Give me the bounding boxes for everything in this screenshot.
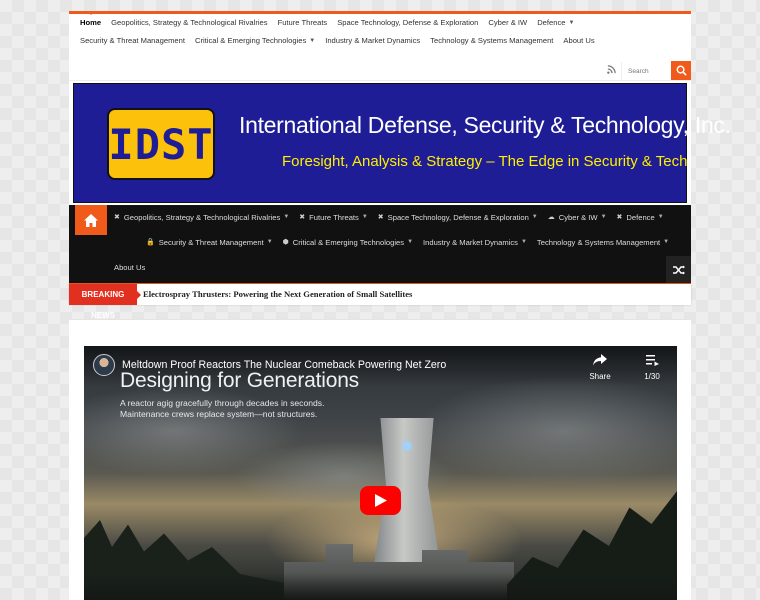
video-overlay-text: Maintenance crews replace system—not str… <box>120 409 318 419</box>
share-button[interactable]: Share <box>587 354 613 381</box>
chevron-down-icon: ▼ <box>568 20 575 26</box>
main-nav-label: Cyber & IW <box>558 213 598 222</box>
chevron-down-icon: ▼ <box>520 239 527 245</box>
main-nav-label: Defence <box>626 213 655 222</box>
share-icon <box>593 354 607 366</box>
chevron-down-icon: ▼ <box>309 38 316 44</box>
top-nav-label: Technology & Systems Management <box>430 36 554 45</box>
menu-item-icon: ✖ <box>616 214 623 221</box>
top-nav-item[interactable]: About Us <box>558 32 599 50</box>
chevron-down-icon: ▼ <box>283 214 290 220</box>
home-button[interactable] <box>75 205 107 235</box>
video-overlay-text: A reactor agig gracefully through decade… <box>120 398 325 408</box>
main-nav-item[interactable]: ☁ Cyber & IW ▼ <box>543 205 612 230</box>
main-nav-label: Security & Threat Management <box>158 238 264 247</box>
top-nav-item[interactable]: Technology & Systems Management <box>425 32 558 50</box>
main-nav-label: About Us <box>114 263 146 272</box>
site-title: International Defense, Security & Techno… <box>239 112 731 138</box>
main-nav-item[interactable]: ✖ Geopolitics, Strategy & Technological R… <box>109 205 294 230</box>
menu-item-icon: ✖ <box>299 214 306 221</box>
main-nav-item[interactable]: ⬢ Critical & Emerging Technologies ▼ <box>278 230 418 255</box>
playlist-count: 1/30 <box>644 372 660 381</box>
main-nav-item[interactable]: Technology & Systems Management ▼ <box>532 230 674 255</box>
chevron-down-icon: ▼ <box>657 214 664 220</box>
search-input[interactable] <box>621 62 671 80</box>
main-nav-item[interactable]: 🔒 Security & Threat Management ▼ <box>141 230 278 255</box>
share-label: Share <box>589 372 611 381</box>
menu-item-icon: ✖ <box>377 214 384 221</box>
main-navigation: ✖ Geopolitics, Strategy & Technological R… <box>69 205 691 287</box>
random-article-button[interactable] <box>666 256 691 283</box>
tower-light <box>403 442 411 450</box>
top-nav-label: Security & Threat Management <box>80 36 185 45</box>
chevron-down-icon: ▼ <box>663 239 670 245</box>
top-nav-item[interactable]: Security & Threat Management <box>75 32 190 50</box>
top-nav-label: Industry & Market Dynamics <box>325 36 421 45</box>
top-nav-label: Defence <box>537 18 566 27</box>
content-card: Meltdown Proof Reactors The Nuclear Come… <box>69 319 691 600</box>
top-nav-item[interactable]: Cyber & IW <box>483 14 532 32</box>
play-button[interactable] <box>360 486 401 515</box>
playlist-icon <box>645 355 659 366</box>
top-nav-item[interactable]: Space Technology, Defense & Exploration <box>332 14 483 32</box>
chevron-down-icon: ▼ <box>361 214 368 220</box>
top-nav-item[interactable]: Critical & Emerging Technologies ▼ <box>190 32 320 50</box>
top-nav-label: Space Technology, Defense & Exploration <box>337 18 479 27</box>
top-nav-label: Future Threats <box>277 18 328 27</box>
breaking-news-label: BREAKING NEWS <box>69 284 141 320</box>
chevron-down-icon: ▼ <box>407 239 414 245</box>
top-nav-label: Cyber & IW <box>488 18 528 27</box>
search-button[interactable] <box>671 61 691 80</box>
home-icon <box>84 213 98 227</box>
menu-item-icon: ✖ <box>114 214 120 221</box>
main-nav-item[interactable]: ✖ Space Technology, Defense & Exploration… <box>373 205 543 230</box>
video-player[interactable]: Meltdown Proof Reactors The Nuclear Come… <box>84 346 677 600</box>
shuffle-icon <box>672 265 685 274</box>
menu-item-icon: ☁ <box>547 214 555 221</box>
main-nav-label: Geopolitics, Strategy & Technological Ri… <box>123 213 281 222</box>
main-nav-item[interactable]: ✖ Future Threats ▼ <box>294 205 373 230</box>
foreground <box>84 573 677 600</box>
header-banner[interactable]: IDST International Defense, Security & T… <box>73 83 731 203</box>
top-nav-label: Home <box>80 18 102 27</box>
top-nav-label: Critical & Emerging Technologies <box>194 36 307 45</box>
site-header: IDST International Defense, Security & T… <box>69 81 731 205</box>
main-nav-label: Space Technology, Defense & Exploration <box>387 213 529 222</box>
main-nav-label: Industry & Market Dynamics <box>423 238 518 247</box>
chevron-down-icon: ▼ <box>266 239 273 245</box>
top-nav-label: Geopolitics, Strategy & Technological Ri… <box>111 18 268 27</box>
main-nav-item[interactable]: Industry & Market Dynamics ▼ <box>418 230 532 255</box>
main-nav-label: Critical & Emerging Technologies <box>292 238 405 247</box>
top-nav-item[interactable]: Geopolitics, Strategy & Technological Ri… <box>106 14 272 32</box>
chevron-down-icon: ▼ <box>531 214 538 220</box>
channel-avatar[interactable] <box>93 354 115 376</box>
video-overlay-heading: Designing for Generations <box>120 369 359 392</box>
site-logo[interactable]: IDST <box>107 108 215 180</box>
breaking-news-ticker: BREAKING NEWS Electrospray Thrusters: Po… <box>69 284 691 320</box>
menu-item-icon: 🔒 <box>146 239 155 246</box>
main-nav-item[interactable]: About Us <box>109 255 150 280</box>
playlist-button[interactable]: 1/30 <box>639 354 665 381</box>
main-nav-item[interactable]: ✖ Defence ▼ <box>612 205 669 230</box>
top-navigation: Home Geopolitics, Strategy & Technologica… <box>69 11 691 61</box>
menu-item-icon: ⬢ <box>282 239 289 246</box>
top-nav-item[interactable]: Industry & Market Dynamics <box>320 32 425 50</box>
search-bar <box>69 61 691 81</box>
top-nav-label: About Us <box>563 36 595 45</box>
play-icon <box>374 494 387 507</box>
chevron-down-icon: ▼ <box>600 214 607 220</box>
top-nav-item[interactable]: Defence ▼ <box>532 14 579 32</box>
breaking-news-headline[interactable]: Electrospray Thrusters: Powering the Nex… <box>143 284 412 305</box>
site-tagline: Foresight, Analysis & Strategy – The Edg… <box>282 153 688 170</box>
search-icon <box>676 65 687 76</box>
main-nav-label: Future Threats <box>309 213 359 222</box>
rss-icon[interactable] <box>607 65 617 75</box>
top-nav-item[interactable]: Home <box>75 11 106 32</box>
main-nav-label: Technology & Systems Management <box>536 238 661 247</box>
top-nav-item[interactable]: Future Threats <box>273 14 333 32</box>
